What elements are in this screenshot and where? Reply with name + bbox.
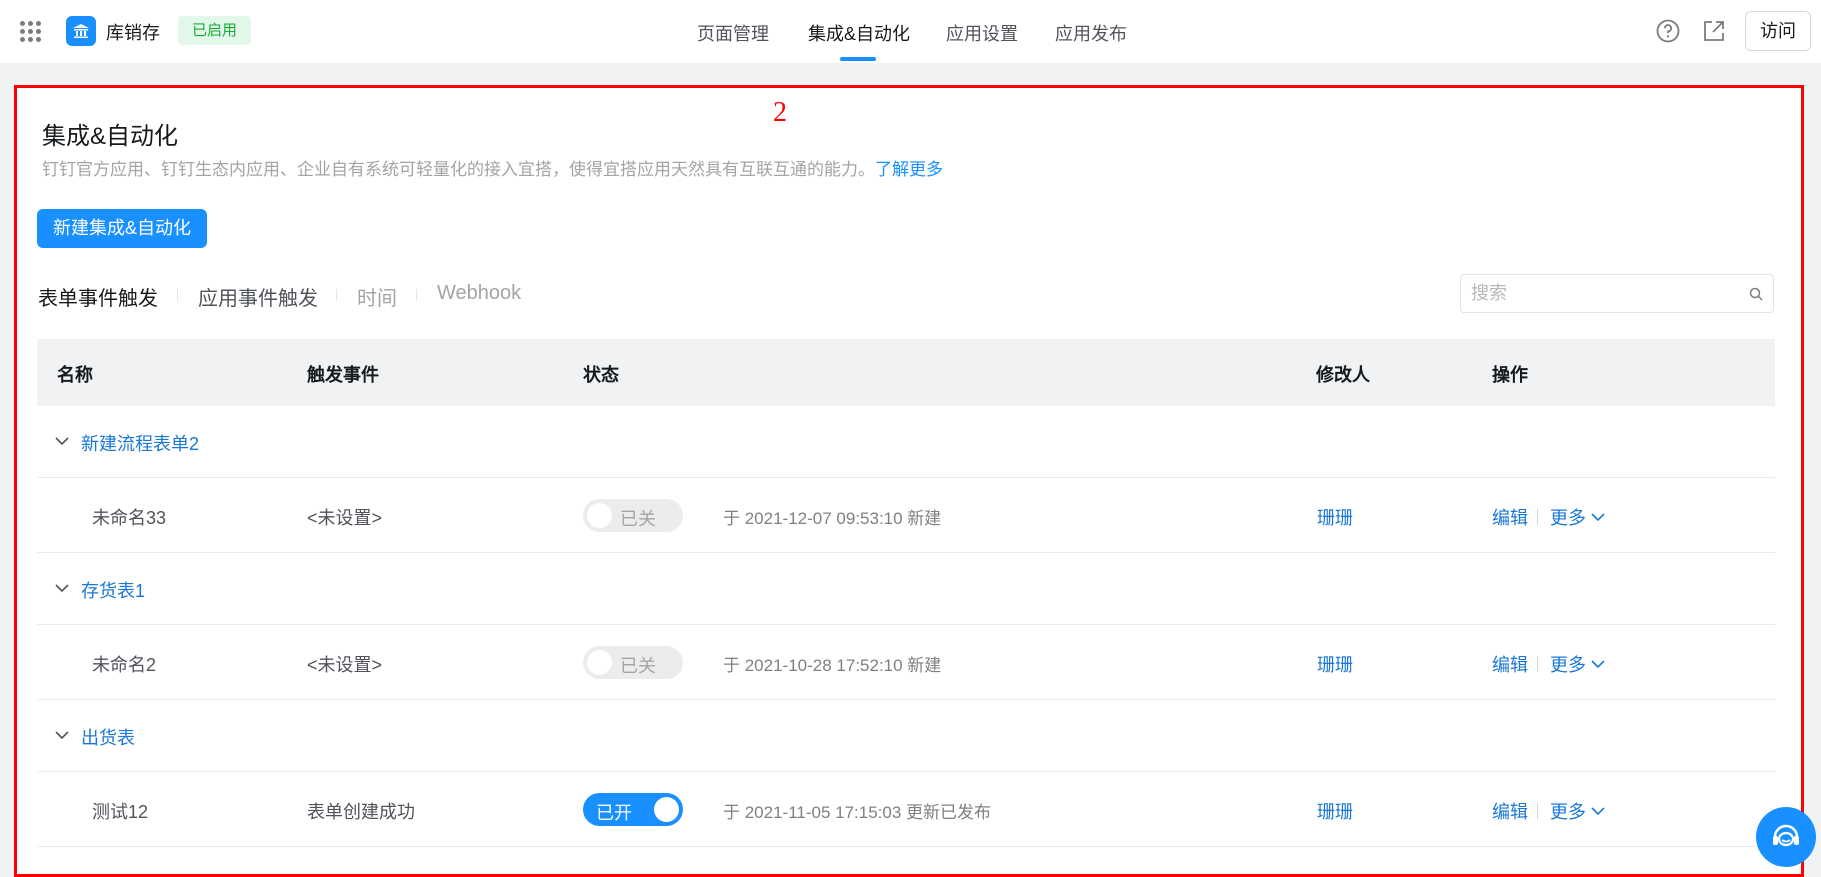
- row-timestamp: 于 2021-12-07 09:53:10 新建: [723, 509, 942, 528]
- row-trigger-event: <未设置>: [307, 508, 383, 528]
- row-modifier-link[interactable]: 珊珊: [1317, 504, 1353, 530]
- filter-tab-app-event[interactable]: 应用事件触发: [198, 282, 318, 311]
- page-title: 集成&自动化: [42, 123, 179, 150]
- chevron-down-icon[interactable]: [54, 433, 70, 449]
- edit-link[interactable]: 编辑: [1492, 651, 1528, 677]
- external-link-icon[interactable]: [1701, 18, 1727, 44]
- tab-integration-automation[interactable]: 集成&自动化: [808, 20, 910, 46]
- filter-tab-time[interactable]: 时间: [357, 282, 397, 311]
- active-tab-indicator: [840, 57, 876, 61]
- row-name: 未命名2: [92, 655, 157, 675]
- help-question-icon[interactable]: [1655, 18, 1681, 44]
- group-row[interactable]: 出货表: [37, 700, 1775, 772]
- learn-more-link[interactable]: 了解更多: [875, 160, 943, 179]
- tab-page-management[interactable]: 页面管理: [697, 20, 769, 46]
- status-toggle[interactable]: 已关: [583, 499, 683, 532]
- toggle-label: 已开: [596, 803, 632, 823]
- table-row: 未命名2 <未设置> 已关 于 2021-10-28 17:52:10 新建 珊…: [37, 625, 1775, 700]
- tab-app-settings[interactable]: 应用设置: [946, 20, 1018, 46]
- filter-divider: [416, 289, 417, 301]
- column-header-name: 名称: [57, 365, 93, 385]
- description-text: 钉钉官方应用、钉钉生态内应用、企业自有系统可轻量化的接入宜搭，使得宜搭应用天然具…: [42, 160, 875, 179]
- toggle-knob: [587, 503, 612, 528]
- row-modifier-link[interactable]: 珊珊: [1317, 651, 1353, 677]
- edit-link[interactable]: 编辑: [1492, 798, 1528, 824]
- group-row[interactable]: 存货表1: [37, 553, 1775, 625]
- search-input[interactable]: [1461, 275, 1773, 312]
- status-toggle[interactable]: 已开: [583, 793, 683, 826]
- action-divider: [1537, 656, 1538, 672]
- table-header: 名称 触发事件 状态 修改人 操作: [37, 339, 1775, 406]
- column-header-actions: 操作: [1492, 365, 1528, 385]
- action-divider: [1537, 803, 1538, 819]
- group-name[interactable]: 出货表: [81, 724, 135, 750]
- new-integration-button[interactable]: 新建集成&自动化: [37, 209, 208, 248]
- annotation-number: 2: [773, 97, 787, 128]
- tab-app-publish[interactable]: 应用发布: [1055, 20, 1127, 46]
- action-divider: [1537, 509, 1538, 525]
- visit-button[interactable]: 访问: [1745, 11, 1811, 51]
- row-timestamp: 于 2021-10-28 17:52:10 新建: [723, 656, 942, 675]
- toggle-knob: [654, 797, 679, 822]
- row-modifier-link[interactable]: 珊珊: [1317, 798, 1353, 824]
- filter-divider: [177, 289, 178, 301]
- search-box: [1460, 274, 1774, 313]
- row-timestamp: 于 2021-11-05 17:15:03 更新已发布: [723, 803, 992, 822]
- top-navigation-bar: 库销存 已启用 页面管理 集成&自动化 应用设置 应用发布 访问: [0, 0, 1821, 63]
- column-header-trigger: 触发事件: [307, 365, 379, 385]
- page-description: 钉钉官方应用、钉钉生态内应用、企业自有系统可轻量化的接入宜搭，使得宜搭应用天然具…: [42, 155, 943, 180]
- row-trigger-event: 表单创建成功: [307, 802, 415, 822]
- toggle-label: 已关: [620, 656, 656, 676]
- chevron-down-icon: [1591, 513, 1605, 522]
- table-row: 未命名33 <未设置> 已关 于 2021-12-07 09:53:10 新建 …: [37, 478, 1775, 553]
- row-trigger-event: <未设置>: [307, 655, 383, 675]
- more-dropdown[interactable]: 更多: [1550, 651, 1606, 677]
- column-header-modifier: 修改人: [1316, 365, 1370, 385]
- column-header-status: 状态: [583, 365, 619, 385]
- toggle-knob: [587, 650, 612, 675]
- chevron-down-icon[interactable]: [54, 580, 70, 596]
- more-dropdown[interactable]: 更多: [1550, 504, 1606, 530]
- chevron-down-icon: [1591, 807, 1605, 816]
- more-label: 更多: [1550, 508, 1586, 528]
- chevron-down-icon[interactable]: [54, 727, 70, 743]
- filter-tab-webhook[interactable]: Webhook: [437, 282, 521, 305]
- group-name[interactable]: 存货表1: [81, 577, 145, 603]
- more-label: 更多: [1550, 802, 1586, 822]
- table-row: 测试12 表单创建成功 已开 于 2021-11-05 17:15:03 更新已…: [37, 772, 1775, 847]
- toggle-label: 已关: [620, 509, 656, 529]
- more-dropdown[interactable]: 更多: [1550, 798, 1606, 824]
- row-name: 未命名33: [92, 508, 167, 528]
- more-label: 更多: [1550, 655, 1586, 675]
- customer-service-icon: [1773, 824, 1799, 847]
- search-icon[interactable]: [1749, 287, 1763, 301]
- group-row[interactable]: 新建流程表单2: [37, 406, 1775, 478]
- row-name: 测试12: [92, 802, 149, 822]
- group-name[interactable]: 新建流程表单2: [81, 430, 199, 456]
- filter-divider: [336, 289, 337, 301]
- main-nav-tabs: 页面管理 集成&自动化 应用设置 应用发布: [0, 0, 1821, 63]
- status-toggle[interactable]: 已关: [583, 646, 683, 679]
- filter-tab-form-event[interactable]: 表单事件触发: [38, 282, 158, 311]
- customer-service-chat-button[interactable]: [1756, 807, 1816, 867]
- chevron-down-icon: [1591, 660, 1605, 669]
- edit-link[interactable]: 编辑: [1492, 504, 1528, 530]
